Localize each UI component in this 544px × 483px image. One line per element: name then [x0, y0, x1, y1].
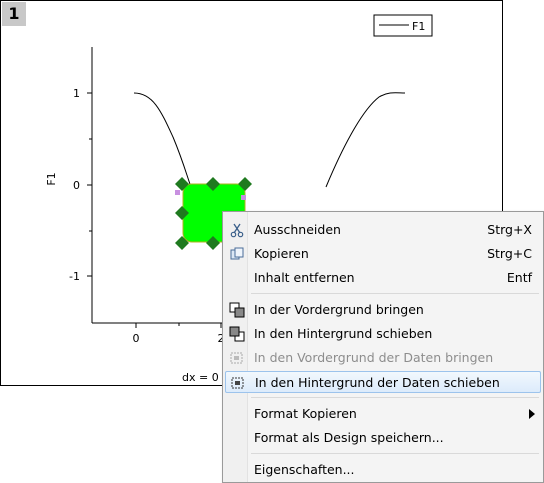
menu-item-label: In den Hintergrund schieben — [254, 326, 433, 341]
menu-item-copy-format[interactable]: Format Kopieren — [225, 403, 541, 425]
menu-item-label: Kopieren — [254, 246, 309, 261]
y-tick-label: -1 — [69, 270, 80, 283]
send-data-back-icon — [231, 377, 244, 389]
menu-separator — [251, 453, 539, 454]
menu-item-save-design[interactable]: Format als Design speichern... — [225, 427, 541, 449]
submenu-arrow-icon — [529, 409, 535, 419]
menu-item-label: In den Hintergrund der Daten schieben — [255, 375, 500, 390]
bring-front-icon — [229, 302, 245, 318]
menu-item-label: Eigenschaften... — [254, 462, 355, 477]
layer-badge[interactable]: 1 — [2, 2, 26, 26]
menu-item-properties[interactable]: Eigenschaften... — [225, 459, 541, 481]
menu-item-shortcut: Entf — [506, 270, 532, 285]
menu-item-delete[interactable]: Inhalt entfernen Entf — [225, 267, 541, 289]
menu-separator — [251, 397, 539, 398]
y-tick-label: 0 — [73, 179, 80, 192]
menu-item-bring-data-front[interactable]: In den Vordergrund der Daten bringen — [225, 347, 541, 369]
menu-item-send-data-back[interactable]: In den Hintergrund der Daten schieben — [225, 371, 541, 393]
y-axis-title: F1 — [45, 172, 58, 185]
x-tick-label: 0 — [133, 332, 140, 345]
curve-f1-right[interactable] — [325, 92, 406, 188]
menu-item-label: Ausschneiden — [254, 222, 341, 237]
copy-icon — [230, 247, 244, 260]
menu-item-copy[interactable]: Kopieren Strg+C — [225, 243, 541, 265]
menu-item-send-to-back[interactable]: In den Hintergrund schieben — [225, 323, 541, 345]
menu-item-label: In der Vordergrund bringen — [254, 302, 424, 317]
bring-data-front-icon — [230, 352, 243, 364]
status-readout: dx = 0 — [182, 371, 219, 384]
context-menu[interactable]: Ausschneiden Strg+X Kopieren Strg+C Inha… — [222, 211, 544, 483]
menu-item-label: Inhalt entfernen — [254, 270, 355, 285]
menu-item-shortcut: Strg+C — [487, 246, 532, 261]
corner-marker — [241, 195, 246, 200]
menu-item-label: Format Kopieren — [254, 406, 357, 421]
y-tick-label: 1 — [73, 87, 80, 100]
menu-item-cut[interactable]: Ausschneiden Strg+X — [225, 219, 541, 241]
scissors-icon — [230, 223, 244, 238]
legend-label: F1 — [412, 20, 425, 33]
menu-item-shortcut: Strg+X — [487, 222, 532, 237]
menu-item-label: In den Vordergrund der Daten bringen — [254, 350, 494, 365]
curve-f1-left[interactable] — [133, 92, 192, 188]
menu-item-bring-to-front[interactable]: In der Vordergrund bringen — [225, 299, 541, 321]
menu-item-label: Format als Design speichern... — [254, 430, 444, 445]
send-back-icon — [229, 326, 245, 342]
corner-marker — [175, 190, 180, 195]
menu-separator — [251, 293, 539, 294]
